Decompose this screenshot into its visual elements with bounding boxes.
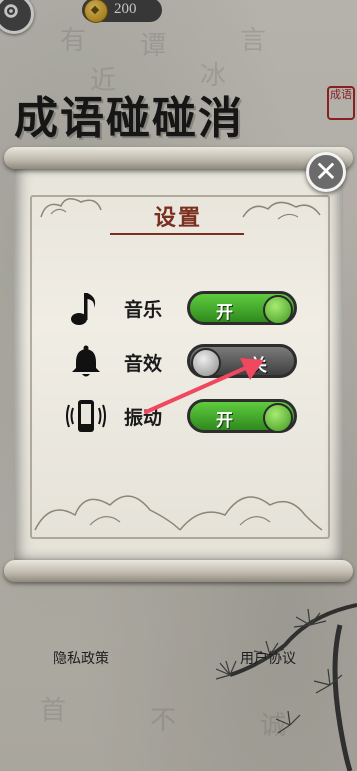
close-icon: ✕: [314, 155, 338, 188]
toggle-knob: [263, 295, 293, 325]
music-toggle-text: 开: [216, 303, 233, 323]
privacy-policy-link[interactable]: 隐私政策: [53, 648, 109, 668]
phone-vibrate-icon: [66, 400, 106, 432]
close-button[interactable]: ✕: [306, 152, 346, 192]
cloud-ornament-icon: [242, 201, 321, 220]
scroll-rod-top: [4, 147, 353, 169]
cloud-border-icon: [34, 495, 323, 531]
music-label: 音乐: [124, 299, 163, 321]
user-agreement-link[interactable]: 用户协议: [240, 648, 296, 668]
red-arrow-icon: [144, 358, 264, 414]
music-note-icon: [71, 293, 96, 325]
title-underline: [110, 233, 244, 235]
settings-title: 设置: [153, 205, 202, 231]
pine-tree-decoration-icon: [215, 603, 357, 771]
cloud-ornament-icon: [40, 198, 102, 218]
music-toggle[interactable]: 开: [187, 291, 297, 325]
bell-icon: [72, 345, 100, 377]
